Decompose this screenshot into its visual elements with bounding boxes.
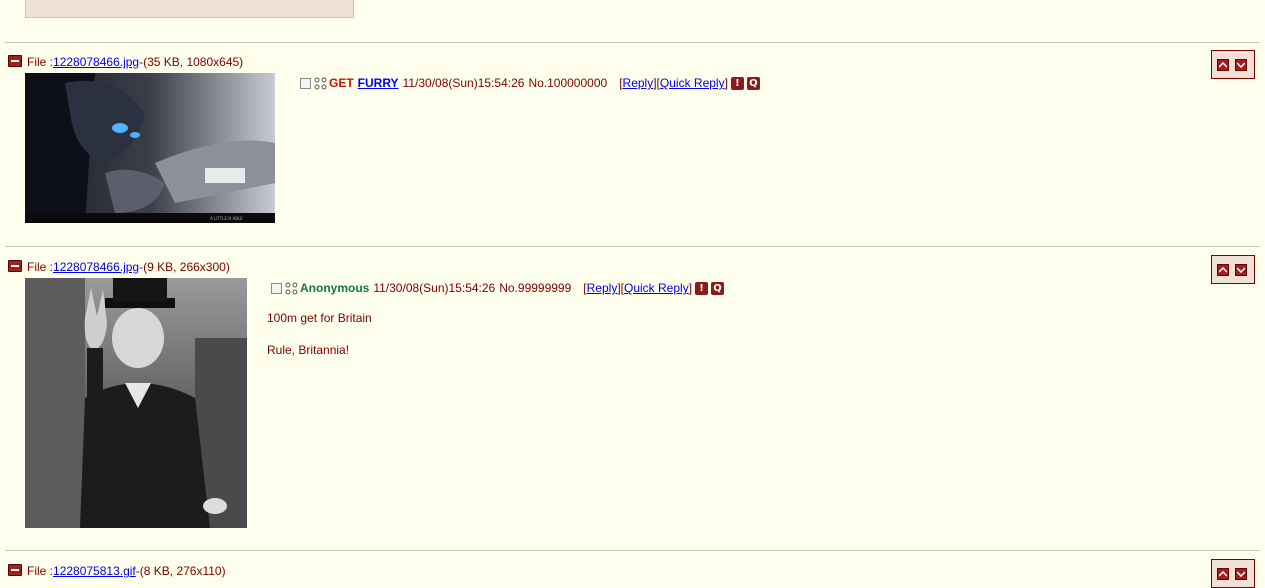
post-datetime: 11/30/08(Sun)15:54:26 (402, 76, 525, 90)
post-subject: GET (329, 76, 354, 90)
post-header: GET FURRY 11/30/08(Sun)15:54:26 No.10000… (300, 76, 760, 90)
post-number[interactable]: No.99999999 (499, 281, 571, 295)
post-datetime: 11/30/08(Sun)15:54:26 (373, 281, 496, 295)
quick-reply-link[interactable]: Quick Reply (660, 76, 725, 90)
report-icon[interactable]: ! (695, 281, 709, 295)
reply-links: [Reply][Quick Reply] (619, 76, 728, 90)
post-thumbnail-image[interactable]: A LITTLE N ABLE (25, 73, 275, 223)
delete-checkbox[interactable] (300, 77, 311, 89)
collapse-icon[interactable] (8, 55, 22, 67)
file-link[interactable]: 1228075813.gif (53, 564, 136, 578)
post-thumbnail-image[interactable] (25, 278, 247, 528)
post-message-line: Rule, Britannia! (267, 343, 350, 357)
file-link[interactable]: 1228078466.jpg (53, 260, 139, 274)
arrow-down-icon[interactable] (1235, 264, 1247, 276)
arrow-down-icon[interactable] (1235, 568, 1247, 580)
post-separator (5, 550, 1260, 551)
file-info-line: File :1228075813.gif-(8 KB, 276x110) (27, 564, 226, 578)
arrow-up-icon[interactable] (1217, 264, 1229, 276)
collapse-icon[interactable] (8, 564, 22, 576)
reply-link[interactable]: Reply (587, 281, 618, 295)
quote-icon[interactable]: Q (746, 76, 760, 90)
poster-name: Anonymous (300, 281, 370, 295)
quick-reply-link[interactable]: Quick Reply (624, 281, 689, 295)
post-number[interactable]: No.100000000 (528, 76, 607, 90)
subject-icon (314, 77, 327, 89)
post-message-line: 100m get for Britain (267, 311, 372, 325)
arrow-up-icon[interactable] (1217, 568, 1229, 580)
arrow-up-icon[interactable] (1217, 59, 1229, 71)
arrow-down-icon[interactable] (1235, 59, 1247, 71)
post-separator (5, 246, 1260, 247)
file-link[interactable]: 1228078466.jpg (53, 55, 139, 69)
reply-link[interactable]: Reply (623, 76, 654, 90)
quote-icon[interactable]: Q (711, 281, 725, 295)
poster-name-link[interactable]: FURRY (358, 76, 399, 90)
post-header: Anonymous 11/30/08(Sun)15:54:26 No.99999… (271, 281, 725, 295)
thumbnail-caption: A LITTLE N ABLE (210, 216, 243, 221)
previous-post-box (25, 0, 354, 18)
report-icon[interactable]: ! (730, 76, 744, 90)
reply-links: [Reply][Quick Reply] (583, 281, 693, 295)
collapse-icon[interactable] (8, 260, 22, 272)
post-nav-box (1211, 50, 1255, 79)
delete-checkbox[interactable] (271, 282, 282, 294)
post-nav-box (1211, 255, 1255, 284)
file-info-line: File :1228078466.jpg-(35 KB, 1080x645) (27, 55, 244, 69)
post-separator (5, 42, 1260, 43)
subject-icon (285, 282, 298, 294)
file-info-line: File :1228078466.jpg-(9 KB, 266x300) (27, 260, 230, 274)
